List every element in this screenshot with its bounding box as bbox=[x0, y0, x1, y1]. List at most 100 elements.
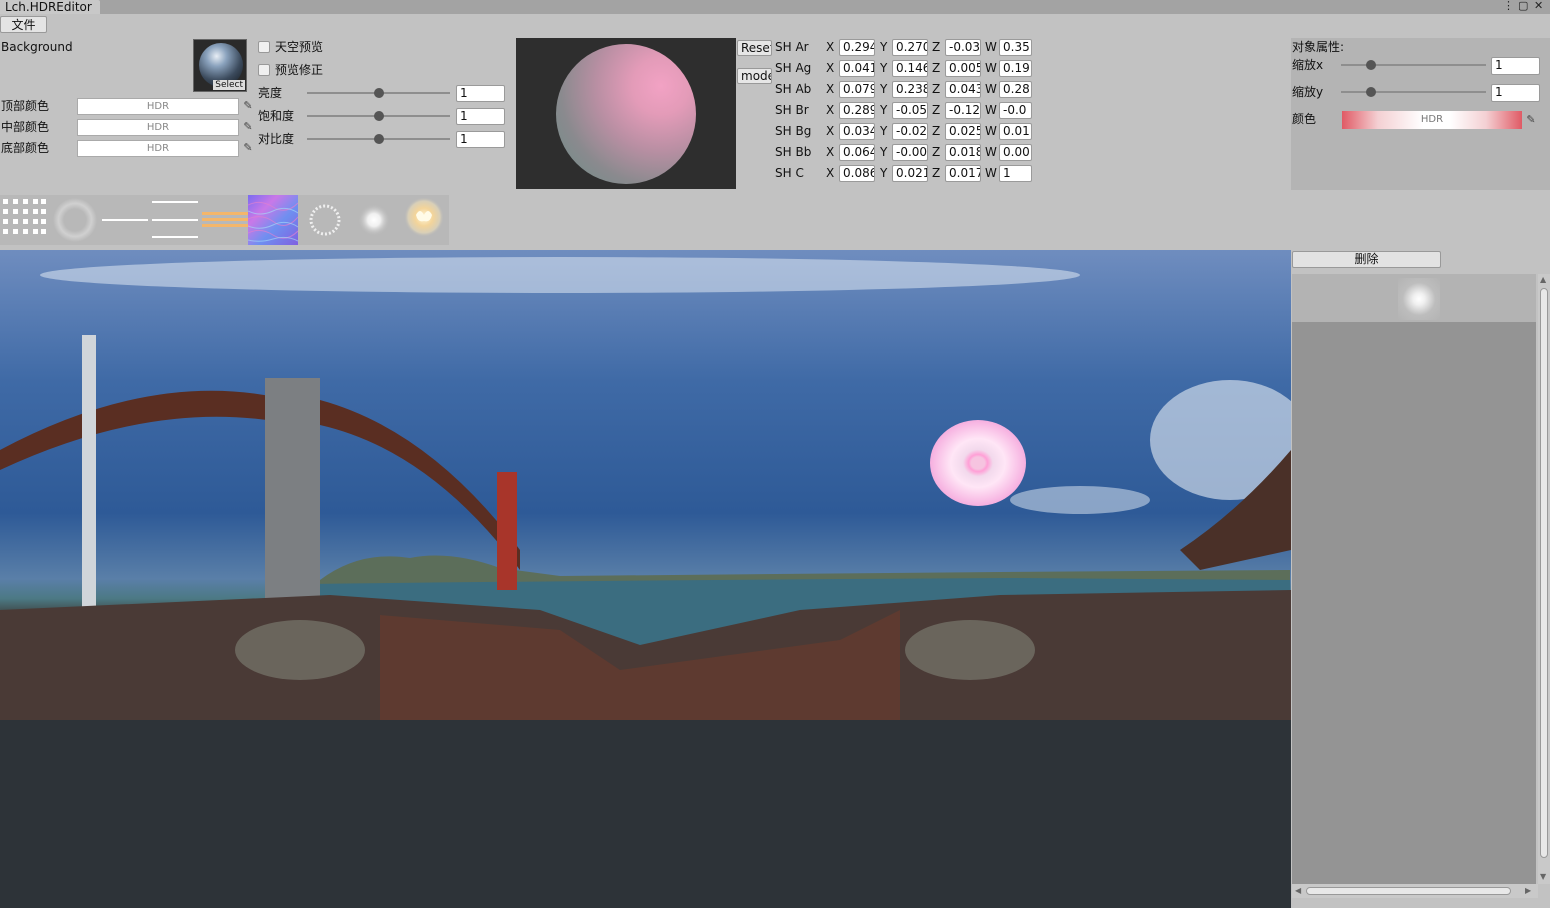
sh-axis-label-w: W bbox=[985, 103, 997, 117]
sh-z-input[interactable]: 0.043 bbox=[945, 81, 981, 98]
hdr-panorama-view[interactable] bbox=[0, 250, 1291, 908]
saturation-input[interactable]: 1 bbox=[456, 108, 505, 125]
sh-y-input[interactable]: 0.146 bbox=[892, 60, 928, 77]
object-properties-panel: 对象属性: 缩放x 1 缩放y 1 颜色 HDR ✎ bbox=[1291, 38, 1550, 190]
sphere-preview[interactable] bbox=[516, 38, 736, 189]
scale-x-slider-handle[interactable] bbox=[1366, 60, 1376, 70]
contrast-input[interactable]: 1 bbox=[456, 131, 505, 148]
saturation-label: 饱和度 bbox=[258, 109, 295, 123]
object-list-item[interactable] bbox=[1292, 274, 1536, 322]
object-properties-title: 对象属性: bbox=[1292, 40, 1345, 54]
sh-z-input[interactable]: 0.017 bbox=[945, 165, 981, 182]
brightness-input[interactable]: 1 bbox=[456, 85, 505, 102]
panorama-image bbox=[0, 257, 1291, 908]
eyedropper-icon[interactable]: ✎ bbox=[242, 141, 254, 155]
sky-preview-label: 天空预览 bbox=[275, 40, 324, 54]
object-list-horizontal-scrollbar[interactable]: ◀ ▶ bbox=[1292, 884, 1538, 898]
sh-w-input[interactable]: 0.01 bbox=[999, 123, 1032, 140]
scale-x-input[interactable]: 1 bbox=[1491, 57, 1540, 75]
maximize-icon[interactable]: ▢ bbox=[1518, 0, 1528, 13]
scroll-down-icon[interactable]: ▼ bbox=[1540, 872, 1546, 882]
scale-y-input[interactable]: 1 bbox=[1491, 84, 1540, 102]
sh-axis-label-x: X bbox=[826, 61, 835, 75]
sh-y-input[interactable]: 0.270 bbox=[892, 39, 928, 56]
sh-w-input[interactable]: -0.0 bbox=[999, 102, 1032, 119]
background-texture-slot[interactable]: Select bbox=[193, 39, 247, 92]
soft-glow-texture[interactable] bbox=[350, 195, 400, 245]
eyedropper-icon[interactable]: ✎ bbox=[242, 120, 254, 134]
sh-y-input[interactable]: -0.05 bbox=[892, 102, 928, 119]
sh-y-input[interactable]: 0.021 bbox=[892, 165, 928, 182]
sh-x-input[interactable]: 0.294 bbox=[839, 39, 875, 56]
sh-x-input[interactable]: 0.289 bbox=[839, 102, 875, 119]
normal-map-texture[interactable] bbox=[248, 195, 298, 245]
preview-fix-checkbox[interactable] bbox=[258, 64, 270, 76]
sh-axis-label-y: Y bbox=[880, 40, 888, 54]
horizontal-scroll-thumb[interactable] bbox=[1306, 887, 1511, 895]
sky-preview-checkbox[interactable] bbox=[258, 41, 270, 53]
mode-button[interactable]: mode bbox=[737, 68, 772, 84]
ring-blur-texture[interactable] bbox=[50, 195, 100, 245]
middle-color-field[interactable]: HDR bbox=[77, 119, 239, 136]
scale-y-slider-handle[interactable] bbox=[1366, 87, 1376, 97]
orange-stripes-texture[interactable] bbox=[200, 195, 250, 245]
file-menu[interactable]: 文件 bbox=[0, 16, 47, 33]
scroll-left-icon[interactable]: ◀ bbox=[1295, 886, 1301, 896]
sh-w-input[interactable]: 0.28 bbox=[999, 81, 1032, 98]
glow-sprite-object[interactable] bbox=[930, 420, 1026, 506]
ring-texture[interactable] bbox=[300, 195, 350, 245]
saturation-slider-handle[interactable] bbox=[374, 111, 384, 121]
scale-x-slider-track[interactable] bbox=[1341, 64, 1486, 66]
triple-line-texture[interactable] bbox=[150, 195, 200, 245]
bottom-color-field[interactable]: HDR bbox=[77, 140, 239, 157]
texture-palette bbox=[0, 195, 449, 245]
preview-fix-label: 预览修正 bbox=[275, 63, 324, 77]
sh-z-input[interactable]: -0.03 bbox=[945, 39, 981, 56]
reset-button[interactable]: Reset bbox=[737, 40, 772, 56]
vertical-scroll-thumb[interactable] bbox=[1540, 288, 1548, 858]
sh-x-input[interactable]: 0.041 bbox=[839, 60, 875, 77]
dots-texture[interactable] bbox=[0, 195, 50, 245]
sh-x-input[interactable]: 0.086 bbox=[839, 165, 875, 182]
flower-glow-texture[interactable] bbox=[400, 195, 450, 245]
sh-axis-label-x: X bbox=[826, 40, 835, 54]
sh-x-input[interactable]: 0.064 bbox=[839, 144, 875, 161]
sh-axis-label-x: X bbox=[826, 166, 835, 180]
sh-y-input[interactable]: -0.00 bbox=[892, 144, 928, 161]
scroll-up-icon[interactable]: ▲ bbox=[1540, 275, 1546, 285]
sh-w-input[interactable]: 1 bbox=[999, 165, 1032, 182]
background-select-button[interactable]: Select bbox=[213, 80, 245, 90]
sh-y-input[interactable]: 0.238 bbox=[892, 81, 928, 98]
object-color-field[interactable]: HDR bbox=[1342, 111, 1522, 129]
brightness-label: 亮度 bbox=[258, 86, 283, 100]
sh-row-label: SH Br bbox=[775, 103, 809, 117]
sh-z-input[interactable]: 0.005 bbox=[945, 60, 981, 77]
window-tab-strip bbox=[0, 0, 1550, 14]
scale-y-slider-track[interactable] bbox=[1341, 91, 1486, 93]
brightness-slider-handle[interactable] bbox=[374, 88, 384, 98]
sh-w-input[interactable]: 0.00 bbox=[999, 144, 1032, 161]
object-list bbox=[1292, 274, 1536, 884]
more-options-icon[interactable]: ⋮ bbox=[1503, 0, 1514, 13]
eyedropper-icon[interactable]: ✎ bbox=[1525, 113, 1537, 127]
sh-z-input[interactable]: 0.025 bbox=[945, 123, 981, 140]
sh-y-input[interactable]: -0.02 bbox=[892, 123, 928, 140]
sh-row-label: SH Bb bbox=[775, 145, 812, 159]
scroll-right-icon[interactable]: ▶ bbox=[1525, 886, 1531, 896]
sh-z-input[interactable]: -0.12 bbox=[945, 102, 981, 119]
sh-axis-label-x: X bbox=[826, 124, 835, 138]
object-list-vertical-scrollbar[interactable]: ▲ ▼ bbox=[1538, 274, 1550, 884]
eyedropper-icon[interactable]: ✎ bbox=[242, 99, 254, 113]
sh-x-input[interactable]: 0.034 bbox=[839, 123, 875, 140]
sh-w-input[interactable]: 0.35 bbox=[999, 39, 1032, 56]
sh-w-input[interactable]: 0.19 bbox=[999, 60, 1032, 77]
close-icon[interactable]: ✕ bbox=[1534, 0, 1543, 13]
contrast-slider-handle[interactable] bbox=[374, 134, 384, 144]
sh-x-input[interactable]: 0.079 bbox=[839, 81, 875, 98]
window-tab[interactable]: Lch.HDREditor bbox=[0, 0, 100, 14]
delete-button[interactable]: 删除 bbox=[1292, 251, 1441, 268]
sh-z-input[interactable]: 0.018 bbox=[945, 144, 981, 161]
line-texture[interactable] bbox=[100, 195, 150, 245]
sh-axis-label-w: W bbox=[985, 166, 997, 180]
top-color-field[interactable]: HDR bbox=[77, 98, 239, 115]
